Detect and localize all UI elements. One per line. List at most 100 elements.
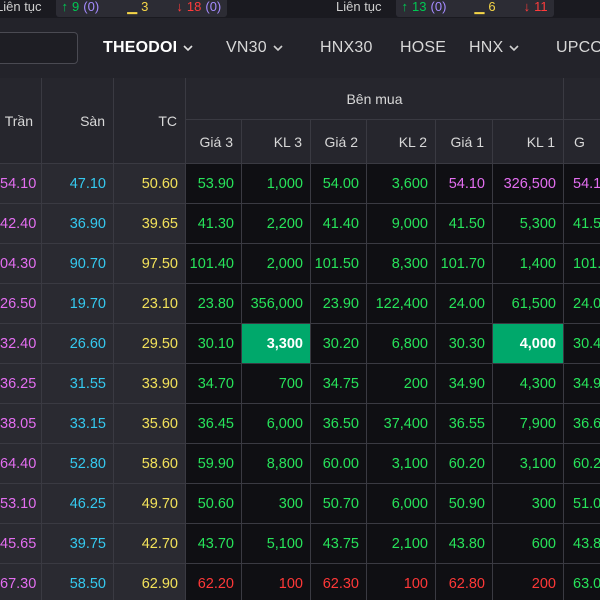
cell-gia-ban[interactable]: 41.5 bbox=[564, 204, 600, 244]
symbol-search-input[interactable] bbox=[0, 32, 78, 64]
cell-gia-ban[interactable]: 34.9 bbox=[564, 364, 600, 404]
cell-kl1[interactable]: 1,400 bbox=[493, 244, 564, 284]
cell-kl1[interactable]: 300 bbox=[493, 484, 564, 524]
table-row[interactable]: 54.10 47.10 50.60 53.90 1,000 54.00 3,600 54.10… bbox=[0, 164, 600, 204]
cell-gia2[interactable]: 41.40 bbox=[311, 204, 367, 244]
cell-gia1[interactable]: 30.30 bbox=[436, 324, 493, 364]
cell-kl1[interactable]: 61,500 bbox=[493, 284, 564, 324]
cell-kl1[interactable]: 326,500 bbox=[493, 164, 564, 204]
cell-gia-ban[interactable]: 54.1 bbox=[564, 164, 600, 204]
cell-kl3[interactable]: 5,100 bbox=[242, 524, 311, 564]
cell-gia1[interactable]: 62.80 bbox=[436, 564, 493, 600]
tab-vn30[interactable]: VN30 bbox=[226, 36, 283, 60]
cell-gia1[interactable]: 24.00 bbox=[436, 284, 493, 324]
cell-kl2[interactable]: 6,000 bbox=[367, 484, 436, 524]
cell-kl2[interactable]: 200 bbox=[367, 364, 436, 404]
cell-gia2[interactable]: 54.00 bbox=[311, 164, 367, 204]
cell-kl2[interactable]: 6,800 bbox=[367, 324, 436, 364]
cell-gia1[interactable]: 54.10 bbox=[436, 164, 493, 204]
cell-gia2[interactable]: 62.30 bbox=[311, 564, 367, 600]
cell-gia3[interactable]: 50.60 bbox=[186, 484, 242, 524]
cell-kl2[interactable]: 9,000 bbox=[367, 204, 436, 244]
cell-kl2[interactable]: 3,100 bbox=[367, 444, 436, 484]
cell-tc: 97.50 bbox=[114, 244, 186, 284]
cell-kl3[interactable]: 100 bbox=[242, 564, 311, 600]
cell-kl2[interactable]: 3,600 bbox=[367, 164, 436, 204]
cell-gia2[interactable]: 34.75 bbox=[311, 364, 367, 404]
cell-gia-ban[interactable]: 60.2 bbox=[564, 444, 600, 484]
cell-kl2[interactable]: 122,400 bbox=[367, 284, 436, 324]
cell-gia2[interactable]: 43.75 bbox=[311, 524, 367, 564]
cell-gia3[interactable]: 30.10 bbox=[186, 324, 242, 364]
table-row[interactable]: 45.65 39.75 42.70 43.70 5,100 43.75 2,100 43.80… bbox=[0, 524, 600, 564]
cell-kl3[interactable]: 1,000 bbox=[242, 164, 311, 204]
table-row[interactable]: 32.40 26.60 29.50 30.10 3,300 30.20 6,800 30.30… bbox=[0, 324, 600, 364]
cell-gia-ban[interactable]: 63.0 bbox=[564, 564, 600, 600]
cell-kl1[interactable]: 7,900 bbox=[493, 404, 564, 444]
unchanged-count: 6 bbox=[488, 0, 496, 14]
cell-gia2[interactable]: 30.20 bbox=[311, 324, 367, 364]
cell-kl3[interactable]: 300 bbox=[242, 484, 311, 524]
up-arrow-icon: ↑ bbox=[401, 0, 409, 14]
cell-san: 31.55 bbox=[42, 364, 114, 404]
cell-gia1[interactable]: 43.80 bbox=[436, 524, 493, 564]
cell-kl1[interactable]: 5,300 bbox=[493, 204, 564, 244]
cell-kl2[interactable]: 100 bbox=[367, 564, 436, 600]
cell-gia2[interactable]: 36.50 bbox=[311, 404, 367, 444]
tab-hnx30[interactable]: HNX30 bbox=[320, 36, 373, 60]
tab-hose[interactable]: HOSE bbox=[400, 36, 446, 60]
cell-kl3[interactable]: 6,000 bbox=[242, 404, 311, 444]
table-row[interactable]: 42.40 36.90 39.65 41.30 2,200 41.40 9,000 41.50… bbox=[0, 204, 600, 244]
cell-kl1[interactable]: 4,000 bbox=[493, 324, 564, 364]
cell-gia-ban[interactable]: 24.0 bbox=[564, 284, 600, 324]
cell-gia3[interactable]: 62.20 bbox=[186, 564, 242, 600]
cell-kl3[interactable]: 3,300 bbox=[242, 324, 311, 364]
cell-gia3[interactable]: 41.30 bbox=[186, 204, 242, 244]
cell-kl1[interactable]: 600 bbox=[493, 524, 564, 564]
cell-kl3[interactable]: 356,000 bbox=[242, 284, 311, 324]
cell-gia1[interactable]: 34.90 bbox=[436, 364, 493, 404]
cell-gia3[interactable]: 43.70 bbox=[186, 524, 242, 564]
cell-gia-ban[interactable]: 43.8 bbox=[564, 524, 600, 564]
tab-theodoi[interactable]: THEODOI bbox=[103, 36, 193, 60]
cell-gia3[interactable]: 53.90 bbox=[186, 164, 242, 204]
cell-gia2[interactable]: 101.50 bbox=[311, 244, 367, 284]
cell-gia1[interactable]: 60.20 bbox=[436, 444, 493, 484]
cell-kl3[interactable]: 2,000 bbox=[242, 244, 311, 284]
table-row[interactable]: 04.30 90.70 97.50 101.40 2,000 101.50 8,300 101… bbox=[0, 244, 600, 284]
cell-kl3[interactable]: 700 bbox=[242, 364, 311, 404]
table-row[interactable]: 67.30 58.50 62.90 62.20 100 62.30 100 62.80 200 6… bbox=[0, 564, 600, 600]
cell-gia3[interactable]: 59.90 bbox=[186, 444, 242, 484]
table-row[interactable]: 36.25 31.55 33.90 34.70 700 34.75 200 34.90 4,30… bbox=[0, 364, 600, 404]
cell-gia2[interactable]: 50.70 bbox=[311, 484, 367, 524]
table-row[interactable]: 38.05 33.15 35.60 36.45 6,000 36.50 37,400 36.5… bbox=[0, 404, 600, 444]
cell-gia1[interactable]: 50.90 bbox=[436, 484, 493, 524]
cell-gia-ban[interactable]: 101.8 bbox=[564, 244, 600, 284]
cell-kl3[interactable]: 2,200 bbox=[242, 204, 311, 244]
tab-upcom[interactable]: UPCO bbox=[556, 36, 600, 60]
tab-hnx[interactable]: HNX bbox=[469, 36, 519, 60]
cell-kl3[interactable]: 8,800 bbox=[242, 444, 311, 484]
cell-gia3[interactable]: 36.45 bbox=[186, 404, 242, 444]
cell-gia1[interactable]: 36.55 bbox=[436, 404, 493, 444]
cell-kl2[interactable]: 8,300 bbox=[367, 244, 436, 284]
cell-gia1[interactable]: 41.50 bbox=[436, 204, 493, 244]
table-row[interactable]: 64.40 52.80 58.60 59.90 8,800 60.00 3,100 60.20… bbox=[0, 444, 600, 484]
cell-kl1[interactable]: 200 bbox=[493, 564, 564, 600]
table-row[interactable]: 53.10 46.25 49.70 50.60 300 50.70 6,000 50.90 30… bbox=[0, 484, 600, 524]
table-row[interactable]: 26.50 19.70 23.10 23.80 356,000 23.90 122,400 2… bbox=[0, 284, 600, 324]
cell-gia2[interactable]: 23.90 bbox=[311, 284, 367, 324]
cell-kl1[interactable]: 4,300 bbox=[493, 364, 564, 404]
cell-gia2[interactable]: 60.00 bbox=[311, 444, 367, 484]
cell-kl2[interactable]: 37,400 bbox=[367, 404, 436, 444]
cell-gia3[interactable]: 23.80 bbox=[186, 284, 242, 324]
cell-gia-ban[interactable]: 51.0 bbox=[564, 484, 600, 524]
cell-kl1[interactable]: 3,100 bbox=[493, 444, 564, 484]
cell-gia-ban[interactable]: 36.6 bbox=[564, 404, 600, 444]
cell-gia3[interactable]: 101.40 bbox=[186, 244, 242, 284]
cell-gia1[interactable]: 101.70 bbox=[436, 244, 493, 284]
cell-kl2[interactable]: 2,100 bbox=[367, 524, 436, 564]
cell-gia-ban[interactable]: 30.4 bbox=[564, 324, 600, 364]
cell-san: 58.50 bbox=[42, 564, 114, 600]
cell-gia3[interactable]: 34.70 bbox=[186, 364, 242, 404]
